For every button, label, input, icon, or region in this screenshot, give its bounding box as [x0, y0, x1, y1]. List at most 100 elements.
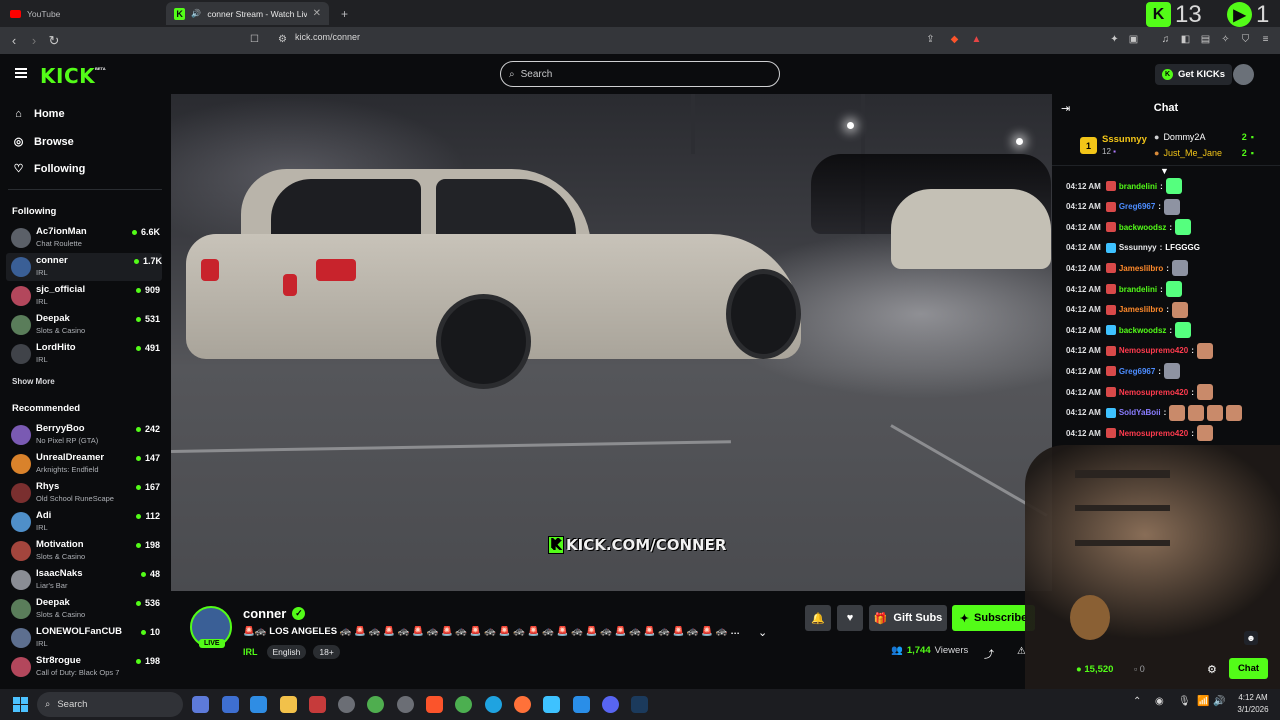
back-icon[interactable]: ‹ — [4, 33, 24, 48]
message-username[interactable]: backwoodsz — [1119, 223, 1167, 232]
music-icon[interactable]: ♫ — [1159, 33, 1172, 46]
close-icon[interactable]: ✕ — [313, 8, 321, 19]
leader-row[interactable]: ● Dommy2A 2 ▪ — [1154, 132, 1254, 142]
follow-button[interactable]: ♥ — [837, 605, 863, 631]
chat-send-button[interactable]: Chat — [1229, 658, 1268, 679]
wifi-icon[interactable]: 📶 — [1197, 696, 1209, 707]
video-player[interactable]: K KICK.COM/CONNER — [171, 94, 1052, 591]
app-icon[interactable] — [367, 696, 384, 713]
channel-item[interactable]: Deepak Slots & Casino 536 — [10, 595, 160, 623]
app-icon[interactable] — [543, 696, 560, 713]
message-username[interactable]: Nemosupremo420 — [1119, 346, 1188, 355]
channel-item[interactable]: LordHito IRL 491 — [10, 340, 160, 368]
leader-row[interactable]: ● Just_Me_Jane 2 ▪ — [1154, 148, 1254, 158]
search-bar[interactable]: ⌕ Search — [500, 61, 780, 87]
message-username[interactable]: Greg6967 — [1119, 367, 1155, 376]
channel-item[interactable]: Deepak Slots & Casino 531 — [10, 311, 160, 339]
app-icon[interactable] — [397, 696, 414, 713]
channel-item[interactable]: Ac7ionMan Chat Roulette 6.6K — [10, 224, 160, 252]
search-input[interactable]: Search — [521, 69, 553, 80]
channel-item[interactable]: Adi IRL 112 — [10, 508, 160, 536]
tag[interactable]: 18+ — [313, 645, 340, 659]
message-username[interactable]: Greg6967 — [1119, 202, 1155, 211]
message-username[interactable]: Jameslilbro — [1119, 305, 1163, 314]
sidebar-toggle-icon[interactable]: ◧ — [1179, 33, 1192, 46]
message-username[interactable]: brandelini — [1119, 285, 1157, 294]
emote-icon[interactable]: ☻ — [1244, 631, 1258, 645]
message-username[interactable]: backwoodsz — [1119, 326, 1167, 335]
hamburger-menu-icon[interactable] — [15, 68, 27, 78]
app-icon[interactable] — [250, 696, 267, 713]
microphone-icon[interactable]: 🎙 — [1178, 696, 1191, 707]
reload-icon[interactable]: ↻ — [44, 33, 64, 49]
share-icon[interactable]: ⇪ — [924, 33, 937, 46]
channel-item[interactable]: conner IRL 1.7K — [6, 253, 162, 281]
brave-icon[interactable] — [426, 696, 443, 713]
steam-icon[interactable] — [631, 696, 648, 713]
share-icon[interactable]: ⤴ — [984, 646, 994, 661]
gift-subs-button[interactable]: 🎁 Gift Subs — [869, 605, 947, 631]
tab-kick[interactable]: K 🔊 conner Stream - Watch Live on Kick ✕ — [166, 2, 329, 25]
channel-item[interactable]: sjc_official IRL 909 — [10, 282, 160, 310]
edge-icon[interactable] — [485, 696, 502, 713]
taskbar-clock[interactable]: 4:12 AM 3/1/2026 — [1228, 692, 1278, 716]
chrome-icon[interactable] — [455, 696, 472, 713]
tray-chevron-icon[interactable]: ⌃ — [1133, 696, 1141, 707]
url-field[interactable]: kick.com/conner — [295, 32, 360, 42]
channel-item[interactable]: Str8rogue Call of Duty: Black Ops 7 198 — [10, 653, 160, 681]
brave-shield-icon[interactable]: ◆ — [948, 33, 961, 46]
notification-bell-button[interactable]: 🔔 — [805, 605, 831, 631]
streamer-name[interactable]: conner ✓ — [243, 606, 306, 621]
sidebar-item-home[interactable]: ⌂ Home — [12, 108, 64, 120]
app-icon[interactable] — [222, 696, 239, 713]
kick-logo[interactable]: KICK — [40, 64, 95, 88]
message-username[interactable]: Nemosupremo420 — [1119, 388, 1188, 397]
tab-youtube[interactable]: YouTube — [2, 2, 162, 25]
vscode-icon[interactable] — [573, 696, 590, 713]
discord-icon[interactable] — [602, 696, 619, 713]
subscribe-button[interactable]: ✦ Subscribe — [952, 605, 1035, 631]
channel-item[interactable]: LONEWOLFanCUB IRL 10 — [10, 624, 160, 652]
channel-item[interactable]: UnrealDreamer Arknights: Endfield 147 — [10, 450, 160, 478]
channel-item[interactable]: Motivation Slots & Casino 198 — [10, 537, 160, 565]
message-username[interactable]: Sssunnyy — [1119, 243, 1157, 252]
bookmark-icon[interactable]: ☐ — [248, 33, 261, 46]
chevron-down-icon[interactable]: ⌄ — [758, 626, 767, 639]
taskbar-search[interactable]: ⌕ Search — [37, 692, 183, 717]
sidebar-item-following[interactable]: ♡ Following — [12, 162, 86, 176]
message-username[interactable]: SoldYaBoii — [1119, 408, 1161, 417]
channel-item[interactable]: IsaacNaks Liar's Bar 48 — [10, 566, 160, 594]
tag[interactable]: English — [266, 645, 307, 659]
vpn-icon[interactable]: ⛉ — [1239, 33, 1252, 46]
tray-app-icon[interactable]: ◉ — [1155, 696, 1164, 707]
menu-icon[interactable]: ≡ — [1259, 33, 1272, 46]
wallet-icon[interactable]: ▤ — [1199, 33, 1212, 46]
gear-icon[interactable]: ⚙ — [1207, 663, 1217, 676]
app-icon[interactable] — [338, 696, 355, 713]
sidebar-item-browse[interactable]: ◎ Browse — [12, 135, 74, 149]
volume-icon[interactable]: 🔊 — [1213, 696, 1225, 707]
channel-item[interactable]: Rhys Old School RuneScape 167 — [10, 479, 160, 507]
new-tab-button[interactable]: + — [333, 2, 353, 25]
message-username[interactable]: brandelini — [1119, 182, 1157, 191]
firefox-icon[interactable] — [514, 696, 531, 713]
app-icon[interactable] — [309, 696, 326, 713]
leader-name[interactable]: Sssunnyy — [1102, 134, 1147, 145]
channel-item[interactable]: BerryyBoo No Pixel RP (GTA) 242 — [10, 421, 160, 449]
leo-icon[interactable]: ✧ — [1219, 33, 1232, 46]
screenshot-icon[interactable]: ▣ — [1127, 33, 1140, 46]
show-more-button[interactable]: Show More — [12, 377, 55, 386]
file-explorer-icon[interactable] — [280, 696, 297, 713]
pin-icon[interactable]: ▼ — [1160, 166, 1169, 176]
message-username[interactable]: Nemosupremo420 — [1119, 429, 1188, 438]
user-avatar[interactable] — [1233, 64, 1254, 85]
app-icon[interactable] — [192, 696, 209, 713]
message-username[interactable]: Jameslilbro — [1119, 264, 1163, 273]
extensions-icon[interactable]: ✦ — [1108, 33, 1121, 46]
category-link[interactable]: IRL — [243, 647, 258, 657]
windows-start-icon[interactable] — [13, 697, 28, 712]
forward-icon[interactable]: › — [24, 33, 44, 48]
brave-rewards-icon[interactable]: ▲ — [970, 33, 983, 46]
get-kicks-button[interactable]: K Get KICKs — [1155, 64, 1232, 85]
site-settings-icon[interactable]: ⚙ — [276, 33, 289, 46]
